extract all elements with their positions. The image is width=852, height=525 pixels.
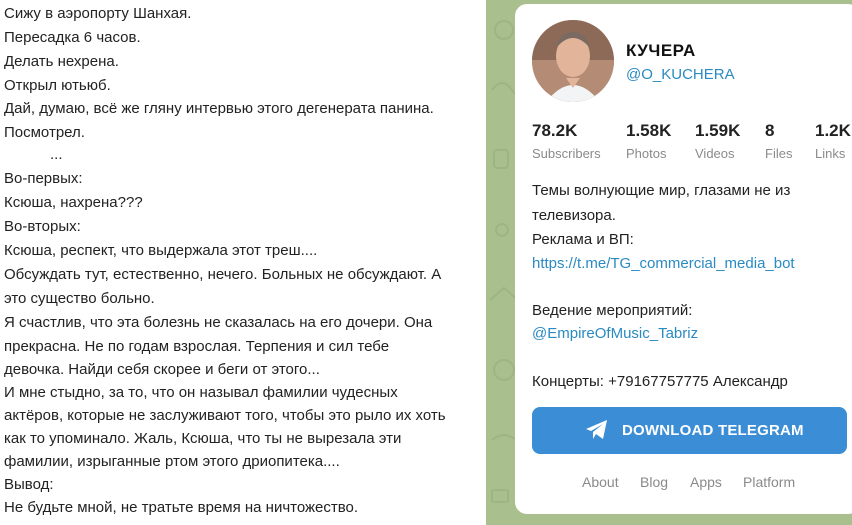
- post-line: ...: [50, 146, 63, 163]
- post-line: Я счастлив, что эта болезнь не сказалась…: [4, 314, 433, 331]
- post-line: Ксюша, нахрена???: [4, 194, 143, 211]
- post-line: Во-вторых:: [4, 218, 81, 235]
- post-line: актёров, которые не заслуживают того, чт…: [4, 407, 446, 424]
- channel-description-line: Ведение мероприятий:: [532, 302, 693, 319]
- stat-files-label[interactable]: Files: [765, 146, 792, 161]
- events-contact-link[interactable]: @EmpireOfMusic_Tabriz: [532, 325, 698, 342]
- stat-links-value[interactable]: 1.2K: [815, 121, 851, 141]
- post-line: как то упоминало. Жаль, Ксюша, что ты не…: [4, 430, 402, 447]
- channel-description-line: Реклама и ВП:: [532, 231, 634, 248]
- channel-avatar[interactable]: [532, 20, 614, 102]
- channel-title: КУЧЕРА: [626, 41, 696, 60]
- post-line: Дай, думаю, всё же гляну интервью этого …: [4, 100, 434, 117]
- stat-links-label[interactable]: Links: [815, 146, 845, 161]
- stat-videos-label[interactable]: Videos: [695, 146, 735, 161]
- post-line: Делать нехрена.: [4, 53, 119, 70]
- post-line: девочка. Найди себя скорее и беги от это…: [4, 361, 320, 378]
- post-text: Сижу в аэропорту Шанхая. Пересадка 6 час…: [0, 0, 486, 525]
- download-button-label: DOWNLOAD TELEGRAM: [622, 422, 804, 439]
- stat-photos-label[interactable]: Photos: [626, 146, 666, 161]
- footer-link-platform[interactable]: Platform: [743, 474, 795, 490]
- stat-videos-value[interactable]: 1.59K: [695, 121, 740, 141]
- post-line: фамилии, изрыганные ртом этого дриопитек…: [4, 453, 340, 470]
- stat-subscribers-value: 78.2K: [532, 121, 578, 140]
- telegram-plane-icon: [586, 420, 607, 439]
- channel-handle[interactable]: @O_KUCHERA: [626, 66, 735, 83]
- stat-files-value[interactable]: 8: [765, 121, 774, 141]
- footer-link-about[interactable]: About: [582, 474, 619, 490]
- channel-description-line: Темы волнующие мир, глазами не из: [532, 182, 791, 199]
- post-line: Обсуждать тут, естественно, нечего. Боль…: [4, 266, 442, 283]
- post-line: Ксюша, респект, что выдержала этот треш.…: [4, 242, 318, 259]
- post-line: Посмотрел.: [4, 124, 85, 141]
- post-line: это существо больно.: [4, 290, 155, 307]
- channel-description-line: телевизора.: [532, 207, 616, 224]
- post-line: прекрасна. Не по годам взрослая. Терпени…: [4, 338, 390, 355]
- footer-link-apps[interactable]: Apps: [690, 474, 722, 490]
- post-line: Пересадка 6 часов.: [4, 29, 141, 46]
- post-line: Во-первых:: [4, 170, 83, 187]
- commercial-bot-link[interactable]: https://t.me/TG_commercial_media_bot: [532, 255, 795, 272]
- stat-photos-value[interactable]: 1.58K: [626, 121, 671, 141]
- post-line: Сижу в аэропорту Шанхая.: [4, 5, 192, 22]
- channel-description-line: Концерты: +79167757775 Александр: [532, 373, 788, 390]
- post-line: И мне стыдно, за то, что он называл фами…: [4, 384, 398, 401]
- post-line: Не будьте мной, не тратьте время на ничт…: [4, 499, 359, 516]
- download-telegram-button[interactable]: DOWNLOAD TELEGRAM: [532, 407, 847, 454]
- stat-subscribers-label: Subscribers: [532, 146, 601, 161]
- post-line: Открыл ютьюб.: [4, 77, 111, 94]
- footer-link-blog[interactable]: Blog: [640, 474, 668, 490]
- post-line: Вывод:: [4, 476, 54, 493]
- avatar-portrait: [532, 20, 614, 102]
